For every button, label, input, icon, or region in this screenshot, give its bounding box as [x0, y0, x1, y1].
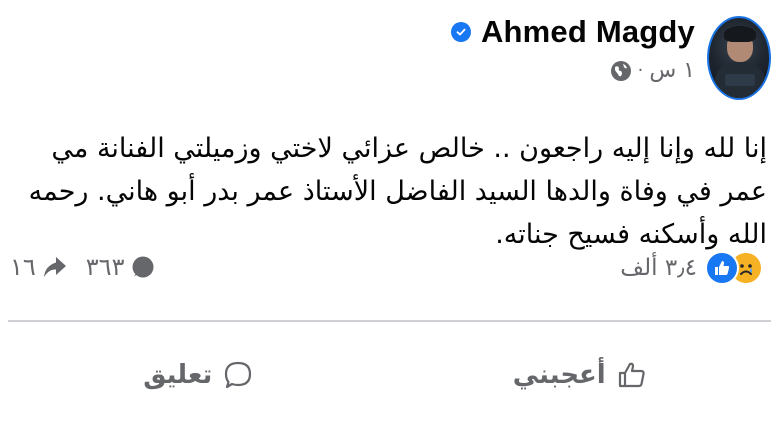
meta-separator: ·	[637, 60, 644, 81]
reactions-summary[interactable]: ٣٫٤ ألف	[620, 251, 763, 285]
post-stats: ٣٫٤ ألف ٣٦٣ ١٦	[8, 247, 771, 297]
shares-count-item[interactable]: ١٦	[10, 253, 68, 281]
comments-count-item[interactable]: ٣٦٣	[86, 253, 157, 281]
comment-label: تعليق	[143, 360, 213, 390]
post-time[interactable]: ١ س	[649, 58, 695, 83]
globe-icon[interactable]	[610, 60, 632, 82]
comment-button[interactable]: تعليق	[8, 340, 390, 410]
comment-icon	[132, 256, 154, 278]
like-reaction-icon	[705, 251, 739, 285]
avatar-detail-shape	[725, 74, 755, 86]
author-name[interactable]: Ahmed Magdy	[481, 14, 695, 50]
share-icon	[43, 257, 66, 277]
post-header: Ahmed Magdy ١ س ·	[450, 8, 771, 108]
comments-count: ٣٦٣	[85, 253, 125, 281]
post-actions: أعجبني تعليق	[8, 340, 771, 410]
reactions-count[interactable]: ٣٫٤ ألف	[620, 255, 697, 281]
post-meta: ١ س ·	[610, 58, 695, 83]
like-button[interactable]: أعجبني	[390, 340, 772, 410]
verified-icon	[450, 22, 471, 42]
thumbs-up-icon	[618, 362, 645, 388]
like-label: أعجبني	[512, 360, 606, 390]
author-row: Ahmed Magdy	[450, 14, 695, 50]
divider	[8, 320, 771, 322]
avatar[interactable]	[707, 16, 771, 100]
shares-count: ١٦	[10, 253, 36, 281]
comment-bubble-icon	[225, 361, 252, 389]
author-block: Ahmed Magdy ١ س ·	[450, 14, 695, 83]
post-text: إنا لله وإنا إليه راجعون .. خالص عزائي ل…	[28, 133, 767, 250]
avatar-hair-shape	[724, 26, 756, 42]
engagement-counts: ٣٦٣ ١٦	[10, 253, 156, 281]
